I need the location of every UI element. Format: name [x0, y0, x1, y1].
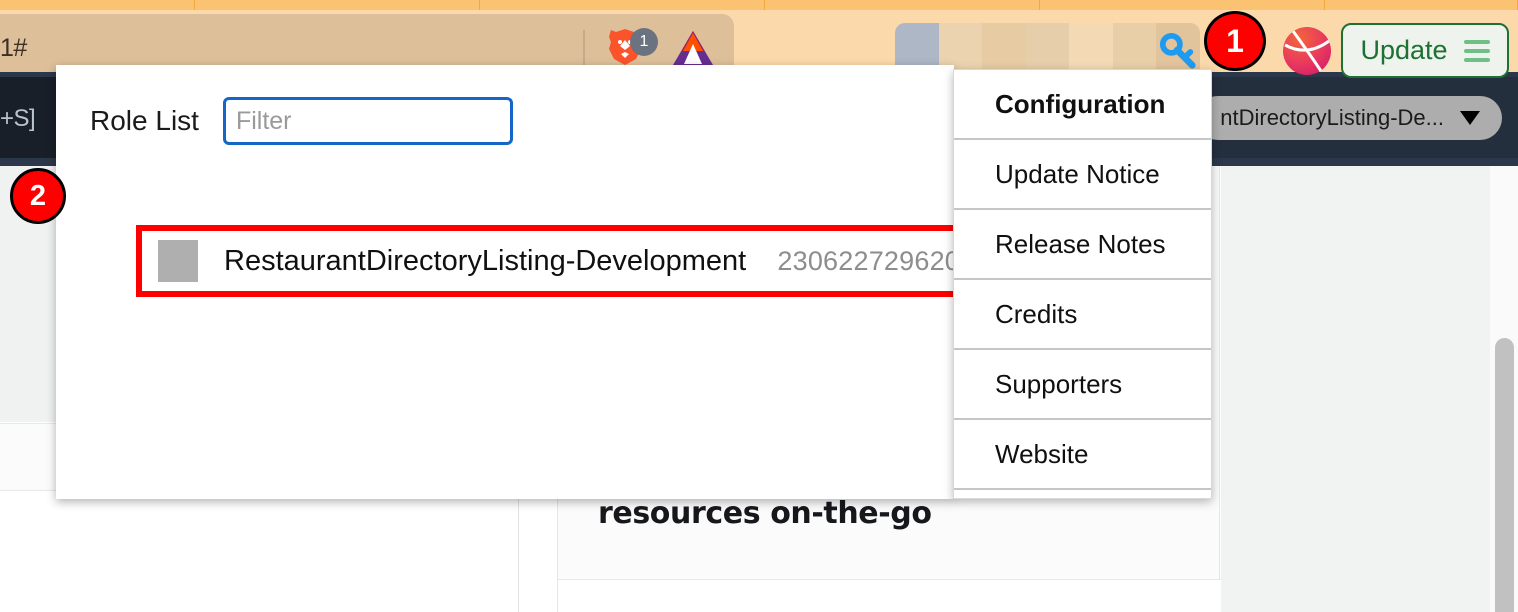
chevron-down-icon: [1460, 111, 1480, 125]
update-button[interactable]: Update: [1341, 23, 1509, 78]
tab-strip-segment: [765, 0, 1040, 10]
extension-dropdown-menu: Configuration Update Notice Release Note…: [953, 69, 1212, 499]
vertical-scrollbar-thumb[interactable]: [1495, 338, 1514, 612]
screenshot-root: resources on-the-go +S] ntDirectoryListi…: [0, 0, 1518, 612]
content-card-lower: [558, 580, 1221, 612]
brave-badge-count: 1: [630, 28, 658, 56]
tab-strip-segment: [195, 0, 480, 10]
annotation-marker-1: 1: [1204, 11, 1266, 71]
account-selector-value: ntDirectoryListing-De...: [1220, 105, 1444, 130]
left-panel-section-lower: [0, 490, 519, 612]
menu-item-configuration[interactable]: Configuration: [954, 70, 1211, 140]
filter-input[interactable]: [222, 97, 513, 145]
menu-item-update-notice[interactable]: Update Notice: [954, 140, 1211, 210]
role-account-id: 230622729620: [777, 245, 960, 276]
role-list-popup: Role List RestaurantDirectoryListing-Dev…: [56, 65, 982, 499]
menu-item-release-notes[interactable]: Release Notes: [954, 210, 1211, 280]
role-list-title: Role List: [90, 105, 199, 136]
account-selector[interactable]: ntDirectoryListing-De...: [1196, 96, 1502, 140]
update-button-label: Update: [1360, 35, 1448, 65]
active-tab-title: 1#: [0, 34, 27, 62]
tab-strip-segment: [1325, 0, 1518, 10]
role-name: RestaurantDirectoryListing-Development: [224, 244, 747, 277]
menu-item-supporters[interactable]: Supporters: [954, 350, 1211, 420]
menu-item-website[interactable]: Website: [954, 420, 1211, 490]
browser-tab-strip: [0, 0, 1518, 10]
tab-strip-segment: [1040, 0, 1325, 10]
bat-triangle-icon[interactable]: [672, 30, 714, 66]
tab-strip-segment: [480, 0, 765, 10]
profile-avatar-icon[interactable]: [1283, 27, 1331, 75]
right-gutter: [1221, 166, 1518, 612]
annotation-marker-2: 2: [10, 168, 66, 224]
role-color-swatch: [158, 240, 198, 282]
menu-item-credits[interactable]: Credits: [954, 280, 1211, 350]
table-row[interactable]: RestaurantDirectoryListing-Development 2…: [136, 225, 982, 297]
role-list-header: Role List: [90, 97, 513, 145]
vertical-scrollbar-track[interactable]: [1490, 166, 1518, 612]
toolbar-separator: [583, 30, 585, 70]
content-headline: resources on-the-go: [598, 496, 932, 531]
hamburger-menu-icon[interactable]: [1463, 39, 1490, 62]
browser-toolbar: 1# 1 Update: [0, 10, 1518, 79]
tab-strip-segment: [0, 0, 195, 10]
app-bar-shortcut-text: +S]: [0, 105, 36, 132]
